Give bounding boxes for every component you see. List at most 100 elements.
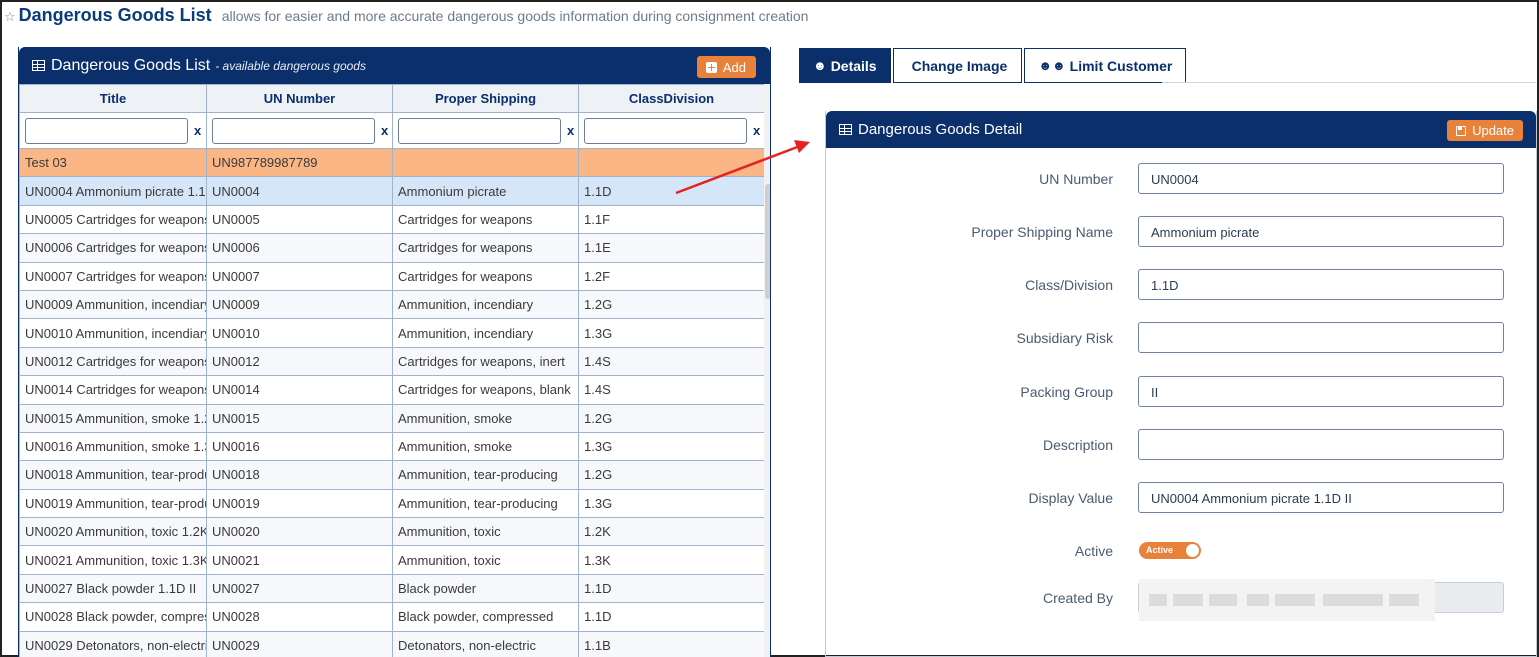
class-division-input[interactable]: 1.1D	[1138, 269, 1504, 300]
table-cell: Cartridges for weapons, blank	[392, 375, 579, 405]
table-cell: Ammunition, toxic	[392, 517, 579, 547]
table-cell: Ammunition, incendiary	[392, 318, 579, 348]
table-cell: UN0012	[206, 346, 393, 377]
table-cell: UN0029 Detonators, non-electric	[19, 630, 207, 657]
active-toggle[interactable]: Active	[1139, 542, 1201, 559]
table-row[interactable]: UN0021 Ammunition, toxic 1.3K II UN0021 Am…	[19, 545, 765, 575]
filter-title-input[interactable]	[25, 117, 188, 144]
table-row[interactable]: UN0018 Ammunition, tear-producingUN0018A…	[19, 460, 765, 490]
tab-details[interactable]: ☻ Details	[799, 48, 891, 83]
table-cell: UN0010 Ammunition, incendiary 1.3G II	[19, 318, 207, 348]
proper-shipping-name-input[interactable]: Ammonium picrate	[1138, 216, 1504, 247]
toggle-label: Active	[1146, 545, 1174, 555]
table-row[interactable]: UN0028 Black powder, compressedUN0028Bla…	[19, 602, 765, 632]
detail-tabs: ☻ Details Change Image ☻☻ Limit Customer	[799, 48, 1188, 83]
table-cell: UN0006 Cartridges for weapons 1.1E II	[19, 233, 207, 263]
table-row[interactable]: UN0020 Ammunition, toxic 1.2K II UN0020 Am…	[19, 517, 765, 547]
table-cell: 1.1F	[578, 204, 765, 235]
page-subtitle: allows for easier and more accurate dang…	[221, 8, 809, 24]
table-cell: Ammunition, smoke	[392, 403, 579, 433]
filter-proper-shipping-input[interactable]	[398, 117, 561, 144]
list-panel-title: Dangerous Goods List	[51, 56, 211, 74]
table-icon	[839, 124, 852, 135]
table-cell: 1.1D	[578, 573, 765, 604]
table-row[interactable]: UN0029 Detonators, non-electric UN0029 Det…	[19, 630, 765, 657]
table-cell: UN0014 Cartridges for weapons, blank	[19, 375, 207, 405]
table-row[interactable]: UN0006 Cartridges for weapons 1.1E IIUN0…	[19, 233, 765, 263]
packing-group-input[interactable]: II	[1138, 376, 1504, 407]
tab-limit-customer[interactable]: ☻☻ Limit Customer	[1024, 48, 1187, 83]
field-row-created-by: Created By	[826, 579, 1538, 621]
subsidiary-risk-input[interactable]	[1138, 322, 1504, 353]
clear-filter-button[interactable]: x	[567, 123, 574, 138]
column-header-class-division[interactable]: ClassDivision	[578, 84, 765, 113]
description-input[interactable]	[1138, 429, 1504, 460]
display-value-input[interactable]: UN0004 Ammonium picrate 1.1D II	[1138, 482, 1504, 513]
field-label: Packing Group	[1020, 384, 1113, 400]
table-row[interactable]: UN0019 Ammunition, tear-producingUN0019A…	[19, 488, 765, 519]
page-title: Dangerous Goods List	[18, 5, 212, 25]
table-row[interactable]: UN0004 Ammonium picrate 1.1D II UN0004 Amm…	[19, 176, 765, 206]
table-cell: Cartridges for weapons	[392, 261, 579, 291]
clear-filter-button[interactable]: x	[194, 123, 201, 138]
table-row[interactable]: UN0015 Ammunition, smoke 1.2G IIUN0015Am…	[19, 403, 765, 433]
table-cell: 1.4S	[578, 375, 765, 405]
table-scrollbar[interactable]	[764, 84, 770, 657]
field-label: UN Number	[1039, 171, 1113, 187]
detail-panel-title: Dangerous Goods Detail	[858, 121, 1023, 138]
star-icon[interactable]: ☆	[4, 9, 16, 25]
update-button[interactable]: Update	[1447, 120, 1523, 141]
column-header-un-number[interactable]: UN Number	[206, 84, 393, 113]
table-cell: UN0005	[206, 204, 393, 235]
table-cell: UN0006	[206, 233, 393, 263]
goods-table: Title UN Number Proper Shipping ClassDiv…	[19, 84, 765, 657]
dangerous-goods-detail-panel: Dangerous Goods Detail Update UN Number …	[825, 111, 1537, 657]
field-row-packing-group: Packing Group II	[826, 376, 1538, 408]
table-row[interactable]: UN0016 Ammunition, smoke 1.3G IIUN0016Am…	[19, 431, 765, 462]
table-cell: UN0009 Ammunition, incendiary 1.2G II	[19, 289, 207, 320]
add-button[interactable]: Add	[696, 56, 756, 78]
table-row[interactable]: UN0014 Cartridges for weapons, blankUN00…	[19, 375, 765, 405]
table-row[interactable]: UN0005 Cartridges for weapons 1.1F IIUN0…	[19, 204, 765, 235]
table-icon	[32, 60, 45, 71]
table-row[interactable]: UN0027 Black powder 1.1D II UN0027 Black p…	[19, 573, 765, 604]
table-cell: UN0004 Ammonium picrate 1.1D II	[19, 176, 207, 206]
column-header-title[interactable]: Title	[19, 84, 207, 113]
table-cell: UN0019	[206, 488, 393, 519]
user-icon: ☻	[813, 58, 827, 73]
filter-un-number-input[interactable]	[212, 117, 375, 144]
dangerous-goods-list-panel: Dangerous Goods List - available dangero…	[18, 47, 771, 657]
list-panel-subtitle: - available dangerous goods	[215, 58, 366, 73]
table-cell: Ammunition, incendiary	[392, 289, 579, 320]
field-label: Display Value	[1028, 490, 1113, 506]
goods-table-wrapper: Title UN Number Proper Shipping ClassDiv…	[19, 84, 765, 657]
table-cell: UN0018	[206, 460, 393, 490]
table-cell: UN0007 Cartridges for weapons 1.2F II	[19, 261, 207, 291]
table-cell: Ammunition, smoke	[392, 431, 579, 462]
filter-cell: x	[392, 112, 579, 149]
table-row[interactable]: UN0010 Ammunition, incendiary 1.3G IIUN0…	[19, 318, 765, 348]
table-row[interactable]: UN0009 Ammunition, incendiary 1.2G IIUN0…	[19, 289, 765, 320]
filter-class-division-input[interactable]	[584, 117, 747, 144]
table-row[interactable]: Test 03 UN987789987789	[19, 147, 765, 178]
field-label: Class/Division	[1025, 277, 1113, 293]
table-cell: UN0027	[206, 573, 393, 604]
column-header-proper-shipping[interactable]: Proper Shipping	[392, 84, 579, 113]
save-icon	[1456, 125, 1467, 136]
clear-filter-button[interactable]: x	[381, 123, 388, 138]
field-row-proper-shipping-name: Proper Shipping Name Ammonium picrate	[826, 216, 1538, 248]
table-cell: 1.3K	[578, 545, 765, 575]
field-row-description: Description	[826, 429, 1538, 461]
field-row-display-value: Display Value UN0004 Ammonium picrate 1.…	[826, 482, 1538, 514]
un-number-input[interactable]: UN0004	[1138, 163, 1504, 194]
table-cell: UN0021 Ammunition, toxic 1.3K II	[19, 545, 207, 575]
table-cell: Test 03	[19, 147, 207, 178]
scrollbar-thumb[interactable]	[765, 184, 770, 299]
clear-filter-button[interactable]: x	[753, 123, 760, 138]
tab-change-image[interactable]: Change Image	[892, 48, 1023, 83]
tab-label: Limit Customer	[1069, 57, 1173, 74]
table-row[interactable]: UN0012 Cartridges for weapons, inertUN00…	[19, 346, 765, 377]
table-cell: Ammonium picrate	[392, 176, 579, 206]
table-cell: 1.4S	[578, 346, 765, 377]
table-row[interactable]: UN0007 Cartridges for weapons 1.2F IIUN0…	[19, 261, 765, 291]
